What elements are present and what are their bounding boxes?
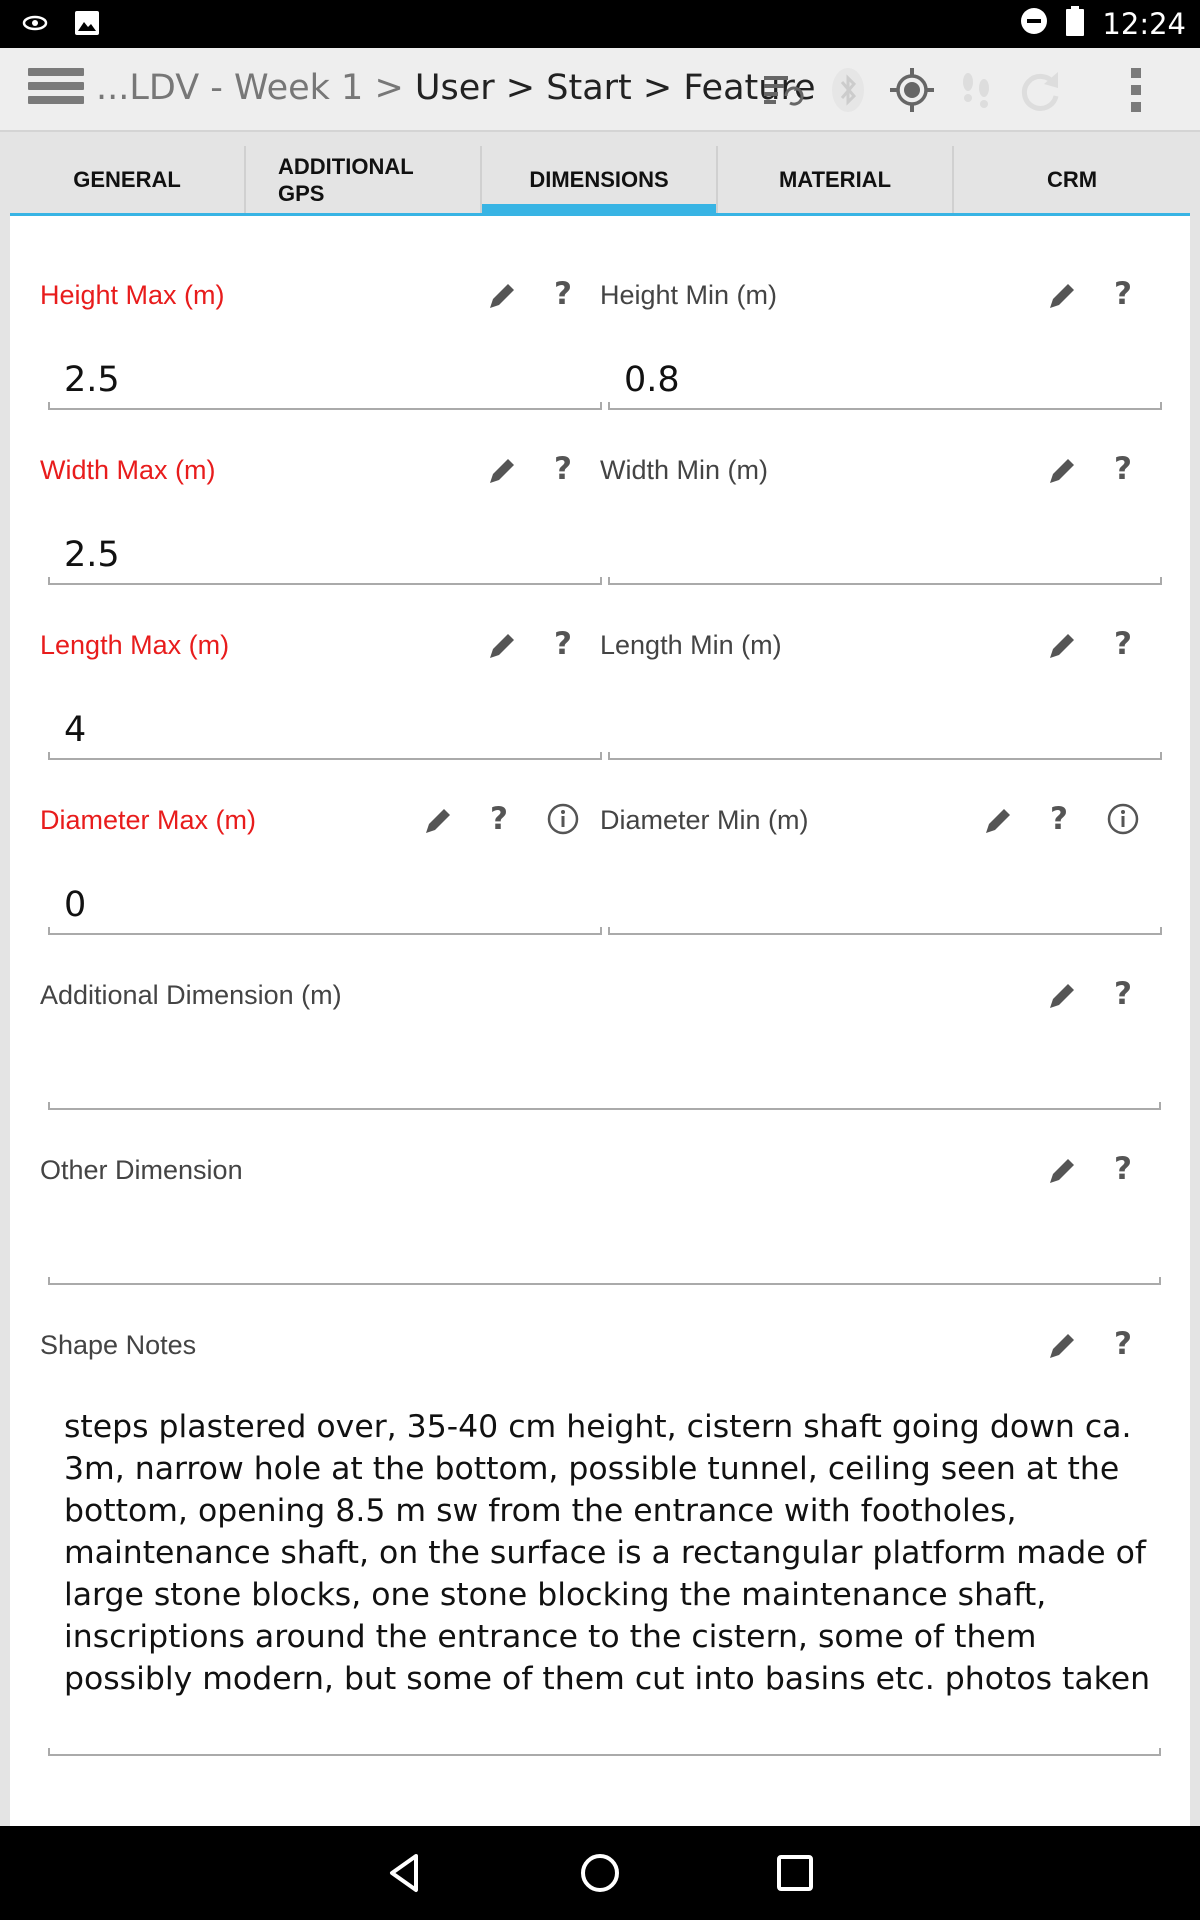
eye-icon (22, 13, 48, 38)
breadcrumb-path-current: User > Start > Feature (414, 68, 816, 108)
action-bar: ...LDV - Week 1 > User > Start > Feature (0, 48, 1200, 132)
other-dimension-label: Other Dimension (40, 1155, 243, 1185)
navigation-bar (0, 1826, 1200, 1920)
edit-pencil-icon[interactable] (1046, 453, 1080, 487)
edit-pencil-icon[interactable] (1046, 1153, 1080, 1187)
length-max-label: Length Max (m) (40, 630, 230, 660)
width-min-label: Width Min (m) (600, 455, 768, 485)
width-min-field[interactable] (608, 527, 1162, 585)
help-icon[interactable]: ? (484, 801, 514, 837)
additional-dimension-label: Additional Dimension (m) (40, 980, 342, 1010)
home-icon[interactable] (575, 1848, 625, 1898)
shape-notes-field[interactable]: steps plastered over, 35-40 cm height, c… (48, 1406, 1161, 1756)
help-icon[interactable]: ? (1108, 276, 1138, 312)
image-icon (74, 10, 100, 41)
height-min-field[interactable]: 0.8 (608, 352, 1162, 410)
status-bar: 12:24 (0, 0, 1200, 48)
tab-material-label: MATERIAL (778, 166, 892, 192)
help-icon[interactable]: ? (1108, 1326, 1138, 1362)
breadcrumb-path-prefix[interactable]: ...LDV - Week 1 > (96, 68, 415, 108)
tab-crm[interactable]: CRM (954, 146, 1190, 213)
help-icon[interactable]: ? (1108, 976, 1138, 1012)
height-max-field[interactable]: 2.5 (48, 352, 602, 410)
tab-bar: GENERAL ADDITIONAL GPS DIMENSIONS MATERI… (10, 146, 1190, 216)
back-icon[interactable] (380, 1848, 430, 1898)
edit-pencil-icon[interactable] (1046, 978, 1080, 1012)
length-max-field[interactable]: 4 (48, 702, 602, 760)
info-icon[interactable] (546, 802, 580, 836)
diameter-max-field[interactable]: 0 (48, 877, 602, 935)
edit-pencil-icon[interactable] (1046, 278, 1080, 312)
diameter-max-label: Diameter Max (m) (40, 805, 257, 835)
bluetooth-icon[interactable] (824, 66, 872, 114)
tab-additional-gps-label: ADDITIONAL GPS (278, 153, 414, 206)
edit-pencil-icon[interactable] (1046, 628, 1080, 662)
help-icon[interactable]: ? (1044, 801, 1074, 837)
breadcrumb: ...LDV - Week 1 > User > Start > Feature (96, 68, 816, 108)
info-icon[interactable] (1106, 802, 1140, 836)
edit-pencil-icon[interactable] (422, 803, 456, 837)
do-not-disturb-icon (1020, 7, 1048, 40)
diameter-min-field[interactable] (608, 877, 1162, 935)
length-min-field[interactable] (608, 702, 1162, 760)
additional-dimension-field[interactable] (48, 1052, 1161, 1110)
help-icon[interactable]: ? (1108, 1151, 1138, 1187)
tab-general-label: GENERAL (73, 166, 181, 192)
edit-pencil-icon[interactable] (486, 453, 520, 487)
edit-pencil-icon[interactable] (486, 278, 520, 312)
overflow-menu-icon[interactable] (1112, 66, 1160, 114)
clock-time: 12:24 (1102, 6, 1186, 41)
gps-target-icon[interactable] (888, 66, 936, 114)
tab-additional-gps[interactable]: ADDITIONAL GPS (246, 146, 482, 213)
help-icon[interactable]: ? (548, 626, 578, 662)
diameter-min-label: Diameter Min (m) (600, 805, 809, 835)
sync-list-icon[interactable] (760, 66, 808, 114)
help-icon[interactable]: ? (548, 276, 578, 312)
tab-dimensions-label: DIMENSIONS (529, 166, 669, 192)
edit-pencil-icon[interactable] (982, 803, 1016, 837)
height-max-label: Height Max (m) (40, 280, 225, 310)
dimensions-form: Height Max (m) ? Height Min (m) ? 2.5 0.… (10, 216, 1190, 1826)
width-max-label: Width Max (m) (40, 455, 216, 485)
help-icon[interactable]: ? (1108, 451, 1138, 487)
length-min-label: Length Min (m) (600, 630, 782, 660)
edit-pencil-icon[interactable] (486, 628, 520, 662)
hamburger-menu-icon[interactable] (28, 68, 84, 112)
width-max-field[interactable]: 2.5 (48, 527, 602, 585)
refresh-icon[interactable] (1016, 66, 1064, 114)
footsteps-icon[interactable] (952, 66, 1000, 114)
help-icon[interactable]: ? (548, 451, 578, 487)
shape-notes-label: Shape Notes (40, 1330, 197, 1360)
recents-icon[interactable] (770, 1848, 820, 1898)
tab-dimensions[interactable]: DIMENSIONS (482, 146, 718, 216)
other-dimension-field[interactable] (48, 1227, 1161, 1285)
battery-icon (1066, 6, 1085, 41)
help-icon[interactable]: ? (1108, 626, 1138, 662)
tab-general[interactable]: GENERAL (10, 146, 246, 213)
edit-pencil-icon[interactable] (1046, 1328, 1080, 1362)
tab-material[interactable]: MATERIAL (718, 146, 954, 213)
height-min-label: Height Min (m) (600, 280, 778, 310)
tab-crm-label: CRM (1046, 166, 1098, 192)
